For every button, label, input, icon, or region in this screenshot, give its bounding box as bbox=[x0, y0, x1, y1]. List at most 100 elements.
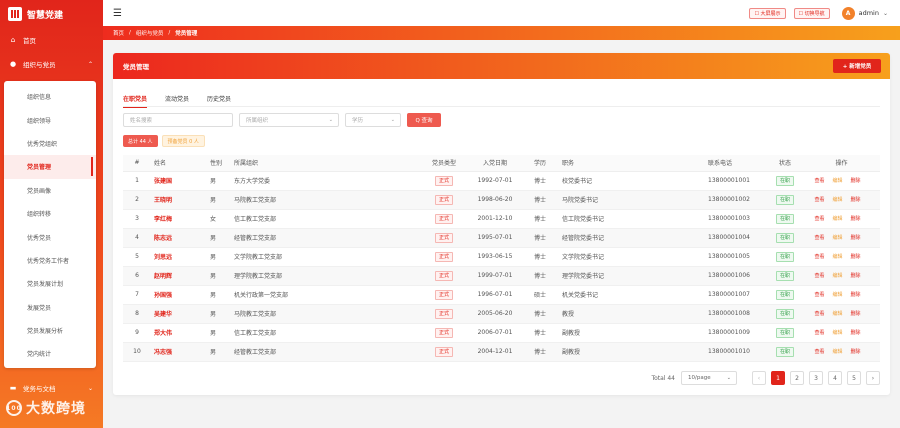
sidebar-group-org[interactable]: ● 组织与党员 ⌃ bbox=[0, 52, 103, 76]
phone-cell: 13800001006 bbox=[705, 266, 767, 286]
member-name[interactable]: 陈志远 bbox=[151, 228, 207, 248]
sidebar-item-member-portrait[interactable]: 党员画像 bbox=[4, 179, 96, 202]
page-button[interactable]: 5 bbox=[847, 371, 861, 385]
query-button[interactable]: Q 查询 bbox=[407, 113, 441, 127]
table-row[interactable]: 2 王晓明 男马院教工党支部 正式 1998-06-20 博士 马院党委书记 13800001… bbox=[123, 190, 880, 210]
member-name[interactable]: 冯志强 bbox=[151, 342, 207, 362]
member-name-link[interactable]: 孙国强 bbox=[154, 292, 172, 299]
member-name-link[interactable]: 陈志远 bbox=[154, 235, 172, 242]
view-button[interactable]: 查看 bbox=[814, 178, 824, 184]
filter-bar: 姓名搜索 所属组织 ⌄ 学历 ⌄ Q 查询 bbox=[123, 113, 441, 127]
edit-button[interactable]: 编辑 bbox=[832, 235, 842, 241]
next-page-button[interactable]: › bbox=[866, 371, 880, 385]
member-name[interactable]: 刘思远 bbox=[151, 247, 207, 267]
prev-page-button[interactable]: ‹ bbox=[752, 371, 766, 385]
edit-button[interactable]: 编辑 bbox=[832, 311, 842, 317]
sidebar-group-docs[interactable]: ▬ 党务与文档 ⌄ bbox=[0, 376, 103, 400]
edit-button[interactable]: 编辑 bbox=[832, 349, 842, 355]
table-row[interactable]: 7 孙国强 男机关行政第一党支部 正式 1996-07-01 硕士 机关党委书记 138000… bbox=[123, 285, 880, 305]
member-name[interactable]: 张建国 bbox=[151, 171, 207, 191]
education-select[interactable]: 学历 ⌄ bbox=[345, 113, 401, 127]
sidebar-item-member-mgmt[interactable]: 党员管理 bbox=[4, 155, 96, 179]
org-select[interactable]: 所属组织 ⌄ bbox=[239, 113, 339, 127]
chevron-down-icon[interactable]: ⌄ bbox=[883, 10, 888, 17]
breadcrumb-home[interactable]: 首页 bbox=[113, 29, 124, 37]
table-row[interactable]: 1 张建国 男东方大学党委 正式 1992-07-01 博士 校党委书记 1380000100… bbox=[123, 171, 880, 191]
sidebar-item-excellent-org[interactable]: 优秀党组织 bbox=[4, 132, 96, 155]
actions-cell: 查看 编辑 删除 bbox=[803, 190, 880, 210]
delete-button[interactable]: 删除 bbox=[851, 216, 861, 222]
fullscreen-display-button[interactable]: ☐ 大屏展示 bbox=[749, 7, 786, 19]
member-name[interactable]: 李红梅 bbox=[151, 209, 207, 229]
member-name-link[interactable]: 赵明辉 bbox=[154, 273, 172, 280]
sidebar-item-excellent-worker[interactable]: 优秀党务工作者 bbox=[4, 249, 96, 272]
sidebar-item-home[interactable]: ⌂ 首页 bbox=[0, 28, 103, 52]
username[interactable]: admin bbox=[859, 9, 879, 17]
delete-button[interactable]: 删除 bbox=[851, 349, 861, 355]
name-search-input[interactable]: 姓名搜索 bbox=[123, 113, 233, 127]
table-row[interactable]: 6 赵明辉 男理学院教工党支部 正式 1999-07-01 博士 理学院党委书记 138000… bbox=[123, 266, 880, 286]
table-row[interactable]: 9 郑大伟 男信工教工党支部 正式 2006-07-01 博士 副教授 13800001009… bbox=[123, 323, 880, 343]
delete-button[interactable]: 删除 bbox=[851, 292, 861, 298]
delete-button[interactable]: 删除 bbox=[851, 235, 861, 241]
delete-button[interactable]: 删除 bbox=[851, 330, 861, 336]
view-button[interactable]: 查看 bbox=[814, 235, 824, 241]
member-name[interactable]: 吴建华 bbox=[151, 304, 207, 324]
member-name-link[interactable]: 王晓明 bbox=[154, 197, 172, 204]
sidebar-item-org-leaders[interactable]: 组织领导 bbox=[4, 108, 96, 131]
view-button[interactable]: 查看 bbox=[814, 197, 824, 203]
view-button[interactable]: 查看 bbox=[814, 254, 824, 260]
view-button[interactable]: 查看 bbox=[814, 292, 824, 298]
table-row[interactable]: 5 刘思远 男文学院教工党支部 正式 1993-06-15 博士 文学院党委书记 138000… bbox=[123, 247, 880, 267]
menu-toggle-icon[interactable]: ☰ bbox=[113, 8, 122, 19]
sidebar-item-develop[interactable]: 发展党员 bbox=[4, 296, 96, 319]
view-button[interactable]: 查看 bbox=[814, 349, 824, 355]
add-member-button[interactable]: + 新增党员 bbox=[833, 59, 881, 73]
sidebar-item-dev-plan[interactable]: 党员发展计划 bbox=[4, 272, 96, 295]
member-name-link[interactable]: 李红梅 bbox=[154, 216, 172, 223]
edit-button[interactable]: 编辑 bbox=[832, 273, 842, 279]
page-size-select[interactable]: 10/page ⌄ bbox=[681, 371, 737, 385]
edit-button[interactable]: 编辑 bbox=[832, 197, 842, 203]
member-name-link[interactable]: 刘思远 bbox=[154, 254, 172, 261]
breadcrumb-org[interactable]: 组织与党员 bbox=[136, 29, 164, 37]
view-button[interactable]: 查看 bbox=[814, 330, 824, 336]
page-button[interactable]: 2 bbox=[790, 371, 804, 385]
sidebar-item-dev-analysis[interactable]: 党员发展分析 bbox=[4, 319, 96, 342]
member-name-link[interactable]: 郑大伟 bbox=[154, 330, 172, 337]
member-name[interactable]: 王晓明 bbox=[151, 190, 207, 210]
member-name-link[interactable]: 张建国 bbox=[154, 178, 172, 185]
edit-button[interactable]: 编辑 bbox=[832, 254, 842, 260]
delete-button[interactable]: 删除 bbox=[851, 311, 861, 317]
table-row[interactable]: 3 李红梅 女信工教工党支部 正式 2001-12-10 博士 信工院党委书记 1380000… bbox=[123, 209, 880, 229]
edit-button[interactable]: 编辑 bbox=[832, 292, 842, 298]
app-logo[interactable]: 智慧党建 bbox=[0, 0, 103, 28]
edit-button[interactable]: 编辑 bbox=[832, 216, 842, 222]
sidebar-item-excellent-member[interactable]: 优秀党员 bbox=[4, 225, 96, 248]
page-button[interactable]: 4 bbox=[828, 371, 842, 385]
member-name[interactable]: 孙国强 bbox=[151, 285, 207, 305]
table-row[interactable]: 10 冯志强 男经管教工党支部 正式 2004-12-01 博士 副教授 1380000101… bbox=[123, 342, 880, 362]
delete-button[interactable]: 删除 bbox=[851, 273, 861, 279]
view-button[interactable]: 查看 bbox=[814, 216, 824, 222]
member-name-link[interactable]: 吴建华 bbox=[154, 311, 172, 318]
table-row[interactable]: 4 陈志远 男经管教工党支部 正式 1995-07-01 博士 经管院党委书记 1380000… bbox=[123, 228, 880, 248]
edit-button[interactable]: 编辑 bbox=[832, 330, 842, 336]
avatar[interactable]: A bbox=[841, 6, 855, 20]
view-button[interactable]: 查看 bbox=[814, 273, 824, 279]
page-button[interactable]: 1 bbox=[771, 371, 785, 385]
member-name[interactable]: 郑大伟 bbox=[151, 323, 207, 343]
member-name[interactable]: 赵明辉 bbox=[151, 266, 207, 286]
delete-button[interactable]: 删除 bbox=[851, 197, 861, 203]
edit-button[interactable]: 编辑 bbox=[832, 178, 842, 184]
view-button[interactable]: 查看 bbox=[814, 311, 824, 317]
delete-button[interactable]: 删除 bbox=[851, 178, 861, 184]
delete-button[interactable]: 删除 bbox=[851, 254, 861, 260]
switch-nav-button[interactable]: ☐ 切换导航 bbox=[793, 7, 830, 19]
sidebar-item-org-transfer[interactable]: 组织转移 bbox=[4, 202, 96, 225]
sidebar-item-org-info[interactable]: 组织信息 bbox=[4, 85, 96, 108]
page-button[interactable]: 3 bbox=[809, 371, 823, 385]
member-name-link[interactable]: 冯志强 bbox=[154, 349, 172, 356]
sidebar-item-statistics[interactable]: 党内统计 bbox=[4, 342, 96, 365]
table-row[interactable]: 8 吴建华 男马院教工党支部 正式 2005-06-20 博士 教授 13800001008 在… bbox=[123, 304, 880, 324]
